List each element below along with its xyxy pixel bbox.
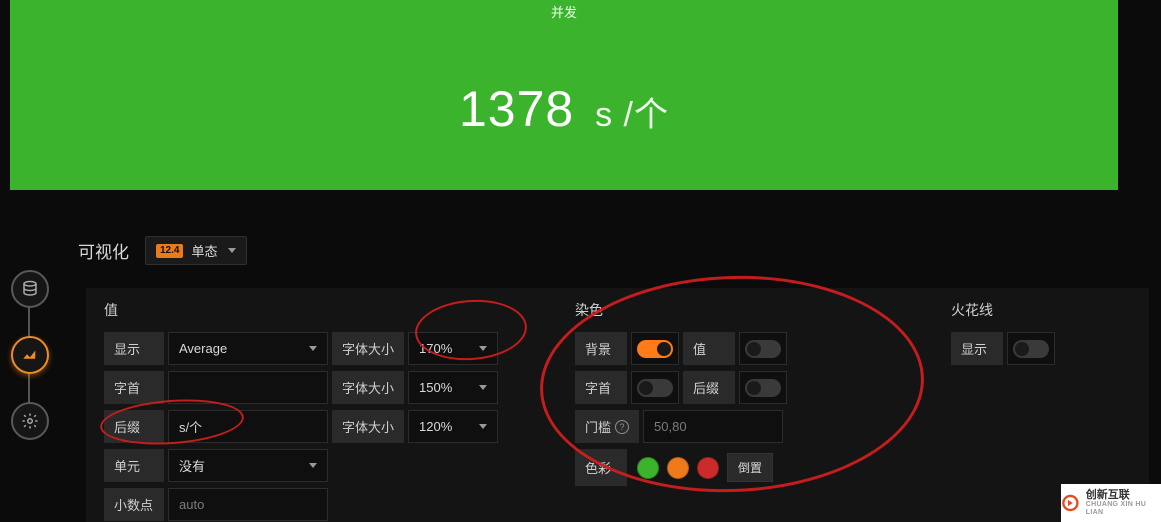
decimal-input[interactable] <box>168 488 328 521</box>
font3-label: 字体大小 <box>332 410 404 443</box>
threshold-label: 门槛 ? <box>575 410 639 443</box>
spark-show-label: 显示 <box>951 332 1003 365</box>
color-swatch-green[interactable] <box>637 457 659 479</box>
sparkline-section-title: 火花线 <box>951 300 1121 320</box>
display-label: 显示 <box>104 332 164 365</box>
hero-number: 1378 <box>459 81 574 137</box>
watermark-en: CHUANG XIN HU LIAN <box>1086 501 1161 516</box>
font1-value: 170% <box>419 341 452 356</box>
suffix-color-label: 后缀 <box>683 371 735 404</box>
spark-show-toggle[interactable] <box>1013 340 1049 358</box>
chevron-down-icon <box>479 346 487 351</box>
colors-label: 色彩 <box>575 449 627 486</box>
unit-label: 单元 <box>104 449 164 482</box>
chart-icon <box>21 346 39 364</box>
decimal-label: 小数点 <box>104 488 164 521</box>
watermark-cn: 创新互联 <box>1086 489 1130 501</box>
watermark: 创新互联 CHUANG XIN HU LIAN <box>1061 484 1161 522</box>
font1-label: 字体大小 <box>332 332 404 365</box>
prefix-input[interactable] <box>168 371 328 404</box>
threshold-input[interactable] <box>643 410 783 443</box>
chevron-down-icon <box>309 346 317 351</box>
bg-toggle[interactable] <box>637 340 673 358</box>
hero-panel: 并发 1378 s /个 <box>10 0 1118 190</box>
value-color-label: 值 <box>683 332 735 365</box>
viz-header-label: 可视化 <box>78 238 129 263</box>
viz-type-badge: 12.4 <box>156 244 183 258</box>
color-section: 染色 背景 值 字首 后缀 门槛 ? 色彩 <box>575 300 915 492</box>
suffix-label: 后缀 <box>104 410 164 443</box>
display-select-value: Average <box>179 341 227 356</box>
options-panel: 值 显示 Average 字体大小 170% 字首 字体大小 150% <box>86 288 1149 522</box>
viz-header: 可视化 12.4 单态 <box>78 236 247 265</box>
hero-value: 1378 s /个 <box>10 80 1118 138</box>
gear-icon <box>21 412 39 430</box>
tab-datasource[interactable] <box>11 270 49 308</box>
value-toggle[interactable] <box>745 340 781 358</box>
prefix-toggle[interactable] <box>637 379 673 397</box>
unit-select[interactable]: 没有 <box>168 449 328 482</box>
viz-type-name: 单态 <box>191 241 217 260</box>
font3-select[interactable]: 120% <box>408 410 498 443</box>
value-section-title: 值 <box>104 300 539 320</box>
hero-suffix: s /个 <box>595 96 669 134</box>
side-rail <box>6 270 50 468</box>
database-icon <box>21 280 39 298</box>
viz-type-selector[interactable]: 12.4 单态 <box>145 236 247 265</box>
display-select[interactable]: Average <box>168 332 328 365</box>
color-swatch-orange[interactable] <box>667 457 689 479</box>
font2-label: 字体大小 <box>332 371 404 404</box>
suffix-toggle[interactable] <box>745 379 781 397</box>
chevron-down-icon <box>479 385 487 390</box>
prefix-color-label: 字首 <box>575 371 627 404</box>
chevron-down-icon <box>479 424 487 429</box>
logo-icon <box>1061 493 1080 513</box>
font2-select[interactable]: 150% <box>408 371 498 404</box>
value-section: 值 显示 Average 字体大小 170% 字首 字体大小 150% <box>104 300 539 522</box>
tab-settings[interactable] <box>11 402 49 440</box>
prefix-label: 字首 <box>104 371 164 404</box>
hero-title: 并发 <box>10 2 1118 21</box>
bg-label: 背景 <box>575 332 627 365</box>
sparkline-section: 火花线 显示 <box>951 300 1121 371</box>
chevron-down-icon <box>309 463 317 468</box>
suffix-input[interactable] <box>168 410 328 443</box>
invert-colors-button[interactable]: 倒置 <box>727 453 773 482</box>
color-swatch-red[interactable] <box>697 457 719 479</box>
info-icon[interactable]: ? <box>615 420 629 434</box>
font1-select[interactable]: 170% <box>408 332 498 365</box>
unit-value: 没有 <box>179 456 205 475</box>
color-section-title: 染色 <box>575 300 915 320</box>
chevron-down-icon <box>228 248 236 253</box>
font2-value: 150% <box>419 380 452 395</box>
tab-visualization[interactable] <box>11 336 49 374</box>
font3-value: 120% <box>419 419 452 434</box>
